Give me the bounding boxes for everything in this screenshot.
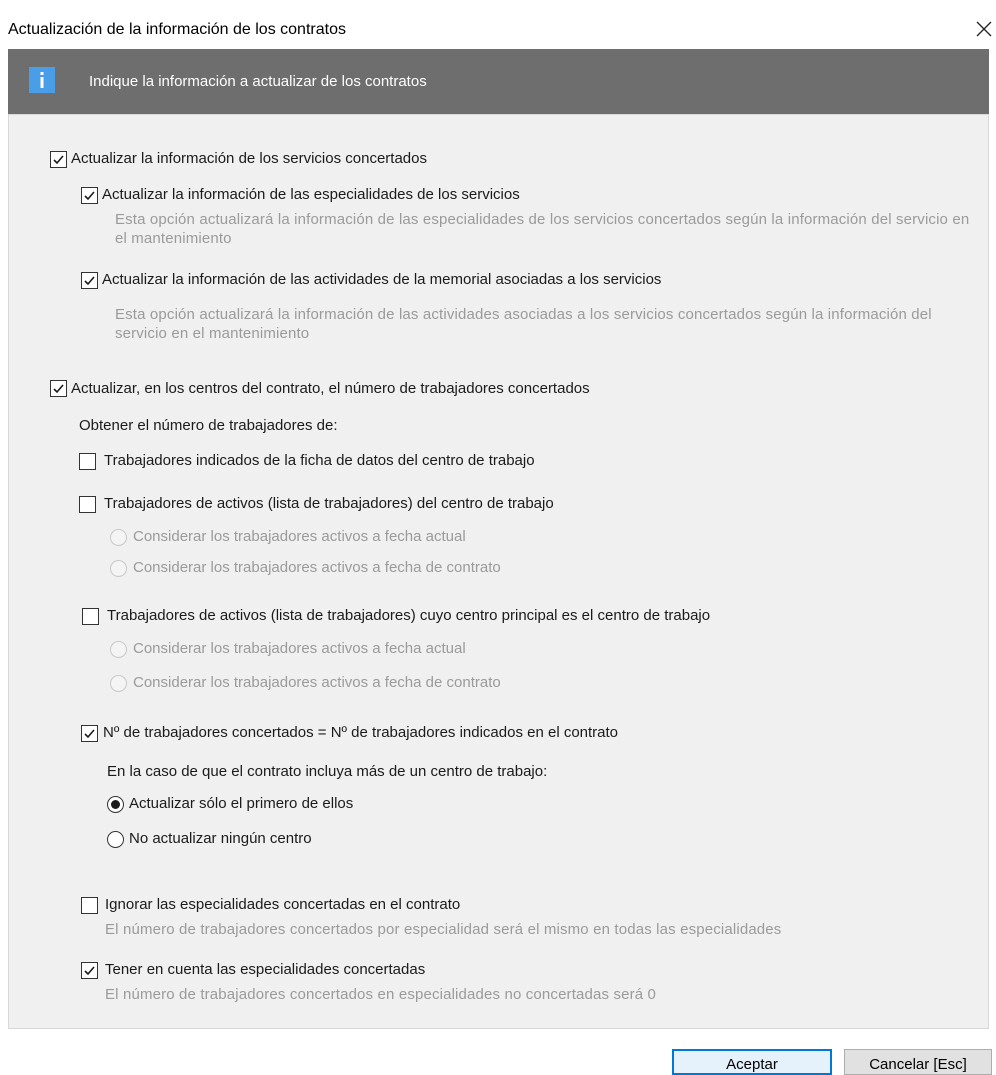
active-center-contract-radio[interactable] [110,560,127,577]
update-first-radio[interactable] [107,796,124,813]
radio-selected-dot [111,800,120,809]
info-icon [29,67,55,93]
specialties-checkbox[interactable] [81,187,98,204]
consider-specialties-checkbox[interactable] [81,962,98,979]
active-main-contract-radio[interactable] [110,675,127,692]
from-file-label[interactable]: Trabajadores indicados de la ficha de da… [104,452,535,469]
services-checkbox[interactable] [50,151,67,168]
active-center-checkbox[interactable] [79,496,96,513]
active-main-current-label[interactable]: Considerar los trabajadores activos a fe… [133,640,466,657]
consider-specialties-label[interactable]: Tener en cuenta las especialidades conce… [105,961,425,978]
contract-count-label[interactable]: Nº de trabajadores concertados = Nº de t… [103,724,618,741]
active-center-contract-label[interactable]: Considerar los trabajadores activos a fe… [133,559,501,576]
ignore-specialties-description: El número de trabajadores concertados po… [105,921,782,938]
cancel-button[interactable]: Cancelar [Esc] [844,1049,992,1075]
accept-button[interactable]: Aceptar [672,1049,832,1075]
active-main-checkbox[interactable] [82,608,99,625]
active-center-label[interactable]: Trabajadores de activos (lista de trabaj… [104,495,554,512]
active-main-label[interactable]: Trabajadores de activos (lista de trabaj… [107,607,710,624]
specialties-description: Esta opción actualizará la información d… [115,211,970,247]
banner-text: Indique la información a actualizar de l… [89,73,427,90]
update-none-label[interactable]: No actualizar ningún centro [129,830,312,847]
contract-count-checkbox[interactable] [81,725,98,742]
specialties-label[interactable]: Actualizar la información de las especia… [102,186,520,203]
active-center-current-label[interactable]: Considerar los trabajadores activos a fe… [133,528,466,545]
activities-label[interactable]: Actualizar la información de las activid… [102,271,661,288]
activities-description: Esta opción actualizará la información d… [115,306,932,342]
workers-checkbox[interactable] [50,380,67,397]
window-title: Actualización de la información de los c… [8,21,346,38]
info-banner: Indique la información a actualizar de l… [8,49,989,114]
services-label[interactable]: Actualizar la información de los servici… [71,150,427,167]
consider-specialties-description: El número de trabajadores concertados en… [105,986,657,1003]
active-main-current-radio[interactable] [110,641,127,658]
title-bar: Actualización de la información de los c… [0,0,996,48]
workers-label[interactable]: Actualizar, en los centros del contrato,… [71,380,590,397]
ignore-specialties-checkbox[interactable] [81,897,98,914]
update-first-label[interactable]: Actualizar sólo el primero de ellos [129,795,353,812]
update-none-radio[interactable] [107,831,124,848]
active-main-contract-label[interactable]: Considerar los trabajadores activos a fe… [133,674,501,691]
case-heading: En la caso de que el contrato incluya má… [107,763,548,780]
source-heading: Obtener el número de trabajadores de: [79,417,338,434]
close-icon[interactable] [972,14,996,42]
from-file-checkbox[interactable] [79,453,96,470]
ignore-specialties-label[interactable]: Ignorar las especialidades concertadas e… [105,896,460,913]
activities-checkbox[interactable] [81,272,98,289]
active-center-current-radio[interactable] [110,529,127,546]
